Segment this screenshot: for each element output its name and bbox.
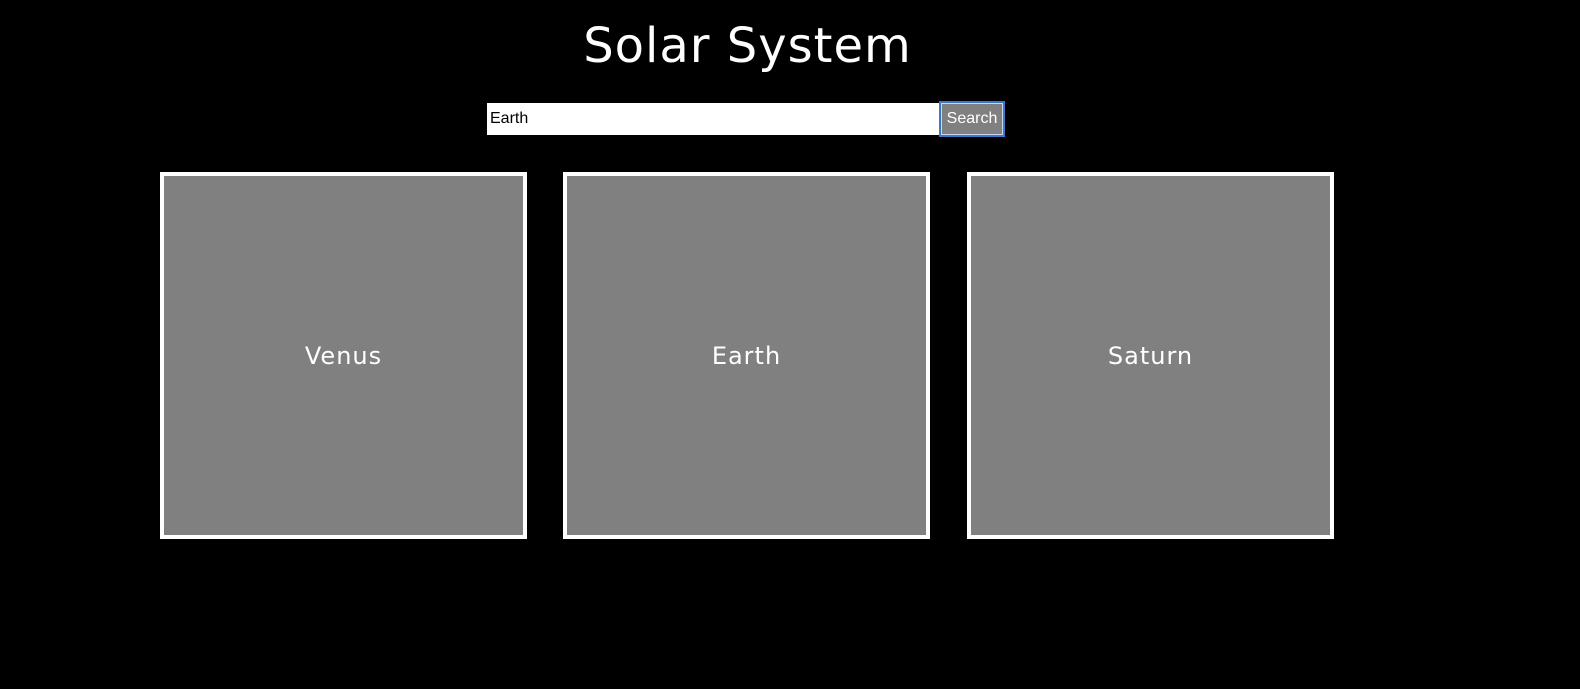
page-title: Solar System xyxy=(583,18,912,74)
search-bar: Search xyxy=(487,101,1007,137)
planet-card-label: Venus xyxy=(304,341,383,370)
planet-card-label: Earth xyxy=(711,341,782,370)
page: Solar System Search Venus Earth Saturn xyxy=(0,0,1580,689)
planet-card-earth[interactable]: Earth xyxy=(563,172,930,539)
planet-card-saturn[interactable]: Saturn xyxy=(967,172,1334,539)
planet-card-label: Saturn xyxy=(1107,341,1194,370)
search-button[interactable]: Search xyxy=(939,101,1005,137)
planet-card-venus[interactable]: Venus xyxy=(160,172,527,539)
search-input[interactable] xyxy=(487,103,939,135)
planet-card-list: Venus Earth Saturn xyxy=(160,172,1340,542)
